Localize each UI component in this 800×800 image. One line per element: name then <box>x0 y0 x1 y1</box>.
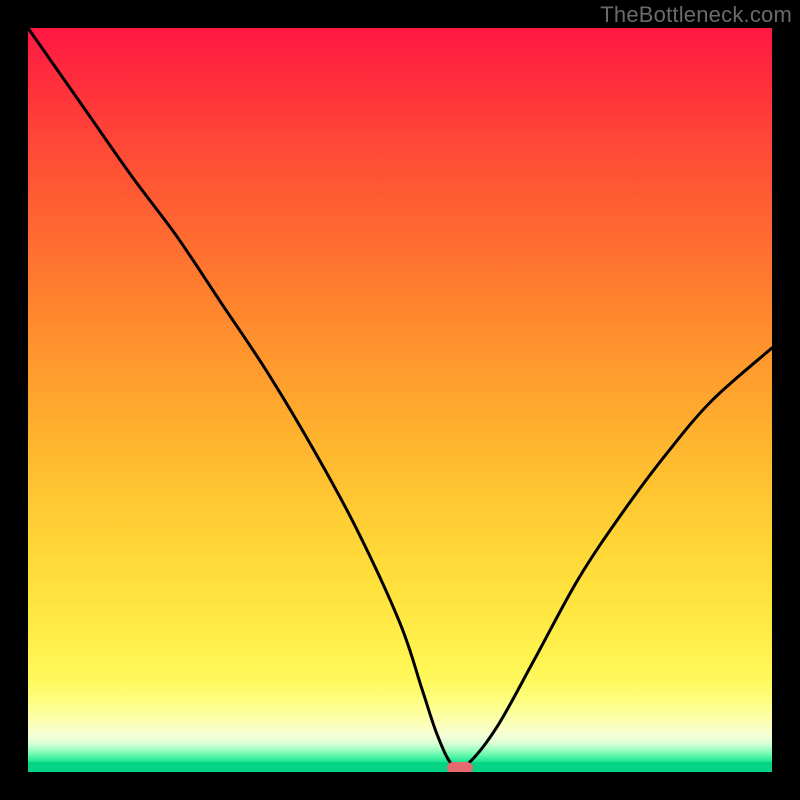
bottleneck-curve <box>28 28 772 772</box>
chart-frame: TheBottleneck.com <box>0 0 800 800</box>
plot-area <box>28 28 772 772</box>
watermark-text: TheBottleneck.com <box>600 2 792 28</box>
optimum-marker <box>447 762 473 772</box>
